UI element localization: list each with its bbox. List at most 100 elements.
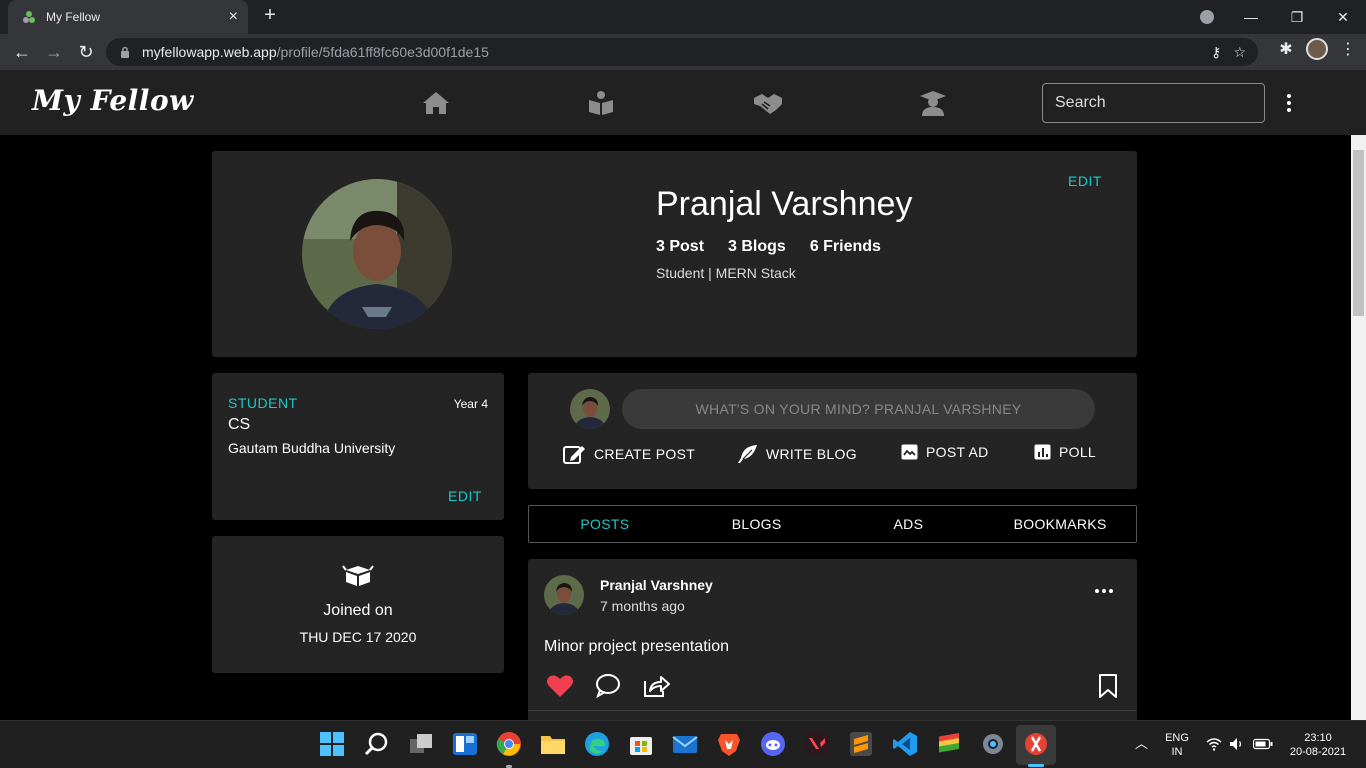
poll-icon (1034, 444, 1051, 460)
whats-on-your-mind-input[interactable] (622, 389, 1095, 429)
sublime-text-icon[interactable] (848, 731, 874, 757)
language-code: ENG (1165, 732, 1189, 744)
edit-icon (563, 446, 585, 464)
heart-like-icon[interactable] (546, 673, 574, 699)
task-view-icon[interactable] (408, 731, 434, 757)
joined-label: Joined on (323, 602, 393, 619)
composer-card: CREATE POST WRITE BLOG POST AD POLL (528, 373, 1137, 489)
volume-icon[interactable] (1229, 737, 1245, 751)
app-header: My Fellow (0, 70, 1366, 135)
browser-menu-icon[interactable]: ⋮ (1338, 39, 1358, 59)
home-icon[interactable] (422, 90, 450, 116)
bookmark-star-icon[interactable]: ☆ (1233, 44, 1246, 61)
post-text: Minor project presentation (544, 638, 729, 655)
education-branch: CS (228, 416, 251, 433)
write-blog-button[interactable]: WRITE BLOG (737, 444, 857, 464)
profile-avatar[interactable] (302, 179, 452, 329)
app-menu-icon[interactable] (1280, 92, 1298, 114)
lock-icon (121, 46, 129, 58)
post-timestamp: 7 months ago (600, 598, 685, 614)
key-icon[interactable]: ⚷ (1211, 44, 1221, 61)
post-author-name[interactable]: Pranjal Varshney (600, 577, 713, 593)
profile-bio: Student | MERN Stack (656, 265, 796, 281)
tab-bookmarks[interactable]: BOOKMARKS (984, 506, 1136, 542)
browser-tab[interactable]: My Fellow × (8, 0, 248, 34)
create-post-label: CREATE POST (594, 446, 696, 462)
post-count[interactable]: 3 Post (656, 238, 704, 256)
settings-gear-icon[interactable] (980, 731, 1006, 757)
post-author-avatar[interactable] (544, 575, 584, 615)
share-icon[interactable] (642, 673, 670, 699)
blog-count[interactable]: 3 Blogs (728, 238, 786, 256)
education-card: STUDENT Year 4 CS Gautam Buddha Universi… (212, 373, 504, 520)
browser-profile-avatar[interactable] (1306, 38, 1328, 60)
tab-title: My Fellow (46, 10, 101, 24)
new-tab-button[interactable]: + (258, 4, 282, 27)
start-icon[interactable] (319, 731, 345, 757)
active-app-indicator (1028, 764, 1044, 767)
store-icon[interactable] (628, 731, 654, 757)
vscode-icon[interactable] (892, 731, 918, 757)
forward-icon[interactable]: → (38, 42, 70, 63)
clock[interactable]: 23:10 20-08-2021 (1284, 731, 1352, 759)
edge-icon[interactable] (584, 731, 610, 757)
browser-toolbar: ← → ↻ myfellowapp.web.app /profile/5fda6… (0, 34, 1366, 70)
app-favicon-icon (23, 11, 35, 23)
joined-card: Joined on THU DEC 17 2020 (212, 536, 504, 673)
tab-close-icon[interactable]: × (229, 8, 238, 26)
bluestacks-icon[interactable] (936, 731, 962, 757)
bookmark-icon[interactable] (1096, 673, 1120, 699)
widgets-icon[interactable] (452, 731, 478, 757)
input-language[interactable]: ENG IN (1163, 731, 1191, 759)
chrome-icon[interactable] (496, 731, 522, 757)
valorant-icon[interactable] (804, 731, 830, 757)
edit-education-button[interactable]: EDIT (448, 488, 482, 504)
edit-profile-button[interactable]: EDIT (1068, 173, 1102, 189)
post-ad-button[interactable]: POST AD (901, 444, 989, 460)
clock-date: 20-08-2021 (1289, 746, 1347, 758)
profile-tabs: POSTS BLOGS ADS BOOKMARKS (528, 505, 1137, 543)
wifi-icon[interactable] (1206, 737, 1222, 751)
back-icon[interactable]: ← (6, 42, 38, 63)
url-host: myfellowapp.web.app (142, 44, 277, 60)
search-input[interactable] (1042, 83, 1265, 123)
close-window-button[interactable]: ✕ (1320, 9, 1366, 26)
discord-icon[interactable] (760, 731, 786, 757)
brave-icon[interactable] (716, 731, 742, 757)
avatar-photo (570, 389, 610, 429)
post-more-options-icon[interactable] (1095, 589, 1113, 593)
post-divider (528, 710, 1137, 711)
friend-count[interactable]: 6 Friends (810, 238, 881, 256)
profile-card: Pranjal Varshney 3 Post 3 Blogs 6 Friend… (212, 151, 1137, 357)
minimize-button[interactable]: — (1228, 9, 1274, 25)
restore-button[interactable]: ❐ (1274, 9, 1320, 26)
show-hidden-icons-icon[interactable]: ︿ (1135, 737, 1148, 751)
tab-ads[interactable]: ADS (833, 506, 985, 542)
battery-icon[interactable] (1253, 738, 1273, 750)
tab-blogs[interactable]: BLOGS (681, 506, 833, 542)
graduate-icon[interactable] (919, 90, 947, 116)
brand-logo[interactable]: My Fellow (32, 84, 194, 117)
composer-avatar[interactable] (570, 389, 610, 429)
search-icon[interactable] (364, 731, 390, 757)
extensions-icon[interactable]: ✱ (1276, 39, 1296, 59)
snipping-tool-icon[interactable] (1023, 731, 1049, 757)
create-post-button[interactable]: CREATE POST (563, 444, 695, 464)
region-code: IN (1171, 746, 1183, 758)
mail-icon[interactable] (672, 731, 698, 757)
poll-button[interactable]: POLL (1034, 444, 1096, 460)
open-box-icon (342, 565, 374, 586)
scrollbar-thumb[interactable] (1353, 150, 1364, 316)
browser-tab-strip: My Fellow × + — ❐ ✕ (0, 0, 1366, 34)
tab-search-icon[interactable] (1200, 10, 1214, 24)
comment-icon[interactable] (594, 673, 622, 699)
image-icon (901, 444, 918, 460)
handshake-icon[interactable] (752, 90, 784, 116)
tab-posts[interactable]: POSTS (529, 506, 681, 542)
address-bar[interactable]: myfellowapp.web.app /profile/5fda61ff8fc… (106, 38, 1258, 66)
book-reader-icon[interactable] (587, 90, 615, 116)
education-university: Gautam Buddha University (228, 440, 396, 456)
file-explorer-icon[interactable] (540, 731, 566, 757)
reload-icon[interactable]: ↻ (70, 42, 102, 63)
education-year: Year 4 (453, 397, 488, 411)
